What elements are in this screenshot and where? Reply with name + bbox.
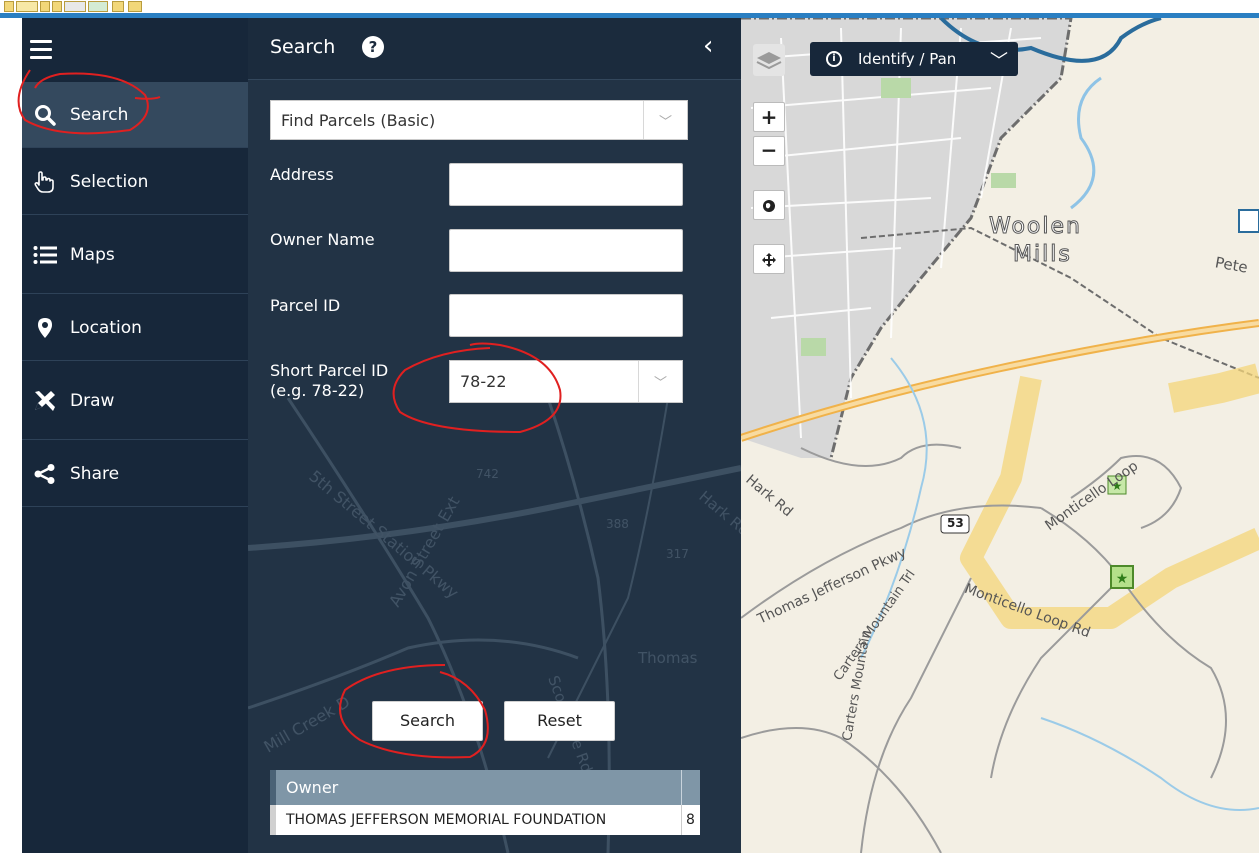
cell-owner: THOMAS JEFFERSON MEMORIAL FOUNDATION <box>286 812 607 828</box>
address-field[interactable] <box>449 163 683 206</box>
help-icon[interactable]: ? <box>362 36 384 58</box>
move-arrows-icon <box>762 253 776 267</box>
zoom-out-button[interactable]: − <box>753 136 785 166</box>
bg-map-label: Hark Rd <box>695 487 741 539</box>
hamburger-menu-icon[interactable] <box>30 40 52 60</box>
nav-item-location[interactable]: Location <box>22 295 248 361</box>
nav-item-share[interactable]: Share <box>22 441 248 507</box>
tool-mode-label: Identify / Pan <box>858 50 957 68</box>
tool-mode-dropdown[interactable]: i Identify / Pan ﹀ <box>810 42 1018 76</box>
pan-button[interactable] <box>753 244 785 274</box>
short-parcel-id-value: 78-22 <box>460 372 507 391</box>
search-icon <box>30 103 60 127</box>
nav-item-search[interactable]: Search <box>22 82 248 148</box>
toolbar-icon[interactable] <box>16 1 38 12</box>
nav-item-draw[interactable]: Draw <box>22 362 248 440</box>
map-pin-icon <box>30 316 60 340</box>
map-label: Woolen <box>989 214 1082 240</box>
globe-icon <box>763 200 775 212</box>
column-header-owner[interactable]: Owner <box>286 778 338 797</box>
toolbar-icon[interactable] <box>88 1 108 12</box>
toolbar-icon[interactable] <box>112 1 124 12</box>
map-view[interactable]: ★ ★ Woolen Mills Pete 53 Monticello Loop… <box>741 18 1259 853</box>
layers-icon <box>756 52 782 70</box>
search-button[interactable]: Search <box>372 701 483 741</box>
nav-item-selection[interactable]: Selection <box>22 149 248 215</box>
short-parcel-id-label: Short Parcel ID <box>270 361 389 380</box>
short-parcel-id-hint: (e.g. 78-22) <box>270 381 365 400</box>
map-label: Mills <box>1013 242 1072 268</box>
map-canvas[interactable]: ★ ★ <box>741 18 1259 853</box>
chevron-down-icon[interactable]: ﹀ <box>643 101 687 139</box>
table-row[interactable]: THOMAS JEFFERSON MEMORIAL FOUNDATION 8 <box>270 805 700 835</box>
bg-map-label: 388 <box>606 517 629 531</box>
cell-2: 8 <box>681 805 706 835</box>
collapse-panel-icon[interactable]: ‹ <box>703 33 713 59</box>
reset-button[interactable]: Reset <box>504 701 615 741</box>
short-parcel-id-select[interactable]: 78-22 ﹀ <box>449 360 683 403</box>
nav-item-label: Location <box>70 317 142 338</box>
route-shield-label: 53 <box>947 516 964 530</box>
share-icon <box>30 462 60 486</box>
results-table: Owner THOMAS JEFFERSON MEMORIAL FOUNDATI… <box>270 770 700 835</box>
list-icon <box>30 243 60 267</box>
draw-tools-icon <box>30 389 60 413</box>
toolbar-icon[interactable] <box>40 1 50 12</box>
owner-name-field[interactable] <box>449 229 683 272</box>
search-type-select[interactable]: Find Parcels (Basic) ﹀ <box>270 100 688 140</box>
nav-item-maps[interactable]: Maps <box>22 216 248 294</box>
full-extent-button[interactable] <box>753 190 785 220</box>
nav-item-label: Selection <box>70 171 149 192</box>
nav-item-label: Search <box>70 104 129 125</box>
zoom-in-button[interactable]: + <box>753 102 785 132</box>
top-toolbar-strip <box>0 0 1259 18</box>
bg-map-label: 317 <box>666 547 689 561</box>
results-header-row: Owner <box>270 770 700 805</box>
parcel-id-label: Parcel ID <box>270 296 341 315</box>
nav-item-label: Maps <box>70 244 115 265</box>
info-icon: i <box>826 51 842 67</box>
layers-button[interactable] <box>753 44 785 76</box>
chevron-down-icon[interactable]: ﹀ <box>638 361 682 402</box>
panel-title: Search <box>270 36 336 58</box>
column-header-2[interactable] <box>681 770 706 805</box>
panel-header: Search ? ‹ <box>248 18 741 80</box>
bg-map-label: 742 <box>476 467 499 481</box>
search-panel: 5th Street Station Pkwy Avon Street Ext … <box>248 18 741 853</box>
bg-map-label: Thomas <box>637 649 698 667</box>
address-label: Address <box>270 165 334 184</box>
toolbar-icon[interactable] <box>64 1 86 12</box>
chevron-down-icon: ﹀ <box>990 51 1008 72</box>
toolbar-icon[interactable] <box>128 1 142 12</box>
svg-text:★: ★ <box>1116 571 1129 587</box>
toolbar-icon[interactable] <box>4 1 14 12</box>
nav-item-label: Share <box>70 463 120 484</box>
left-nav: Search Selection Maps Location Draw Shar… <box>22 18 248 853</box>
bg-map-label: Mill Creek D <box>261 692 354 756</box>
search-type-value: Find Parcels (Basic) <box>281 110 436 130</box>
hand-pointer-icon <box>30 170 60 194</box>
owner-name-label: Owner Name <box>270 230 375 249</box>
nav-item-label: Draw <box>70 390 115 411</box>
parcel-id-field[interactable] <box>449 294 683 337</box>
toolbar-icon[interactable] <box>52 1 62 12</box>
